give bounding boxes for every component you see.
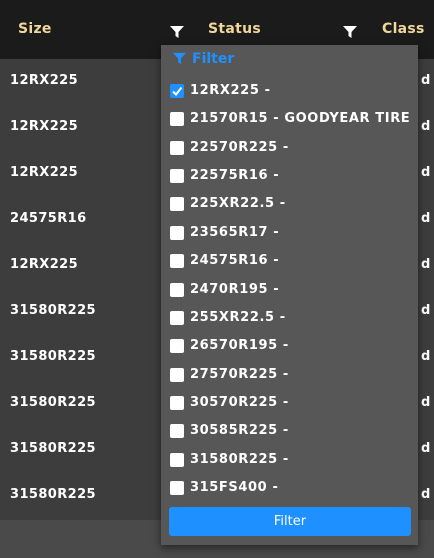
filter-icon (173, 52, 186, 65)
filter-option-checkbox[interactable] (170, 424, 184, 439)
filter-icon[interactable] (343, 24, 357, 38)
apply-filter-button[interactable]: Filter (169, 507, 411, 536)
filter-option-label: 315FS400 - (190, 480, 279, 496)
column-header-class[interactable]: Class (382, 21, 425, 37)
filter-option-label: 12RX225 - (190, 83, 271, 98)
filter-popup-title-text: Filter (192, 51, 235, 67)
filter-option-checkbox[interactable] (170, 310, 184, 325)
size-cell: 31580R225 (10, 441, 96, 456)
size-cell: 24575R16 (10, 211, 87, 226)
filter-option-label: 23565R17 - (190, 224, 280, 240)
size-cell: 31580R225 (10, 349, 96, 364)
class-cell: d (421, 73, 431, 88)
filter-option-label: 26570R195 - (190, 338, 289, 354)
filter-option-label: 2470R195 - (190, 281, 280, 297)
class-cell: d (421, 119, 431, 134)
class-cell: d (421, 349, 431, 364)
filter-option-label: 255XR22.5 - (190, 309, 286, 325)
check-icon (172, 86, 183, 97)
filter-option-label: 225XR22.5 - (190, 196, 286, 212)
filter-option-label: 30585R225 - (190, 423, 289, 439)
filter-option-checkbox[interactable] (170, 112, 184, 127)
filter-option-label: 30570R225 - (190, 394, 289, 410)
size-cell: 12RX225 (10, 119, 79, 134)
class-cell: d (421, 211, 431, 226)
filter-option-checkbox[interactable] (170, 367, 184, 382)
column-header-status[interactable]: Status (208, 21, 261, 37)
filter-popup: Filter 12RX225 - 21570R15 - GOODYEAR TIRE… (161, 45, 418, 545)
class-cell: d (421, 395, 431, 410)
size-cell: 12RX225 (10, 257, 79, 272)
filter-option-checkbox[interactable] (170, 481, 184, 496)
filter-option-label: 22575R16 - (190, 168, 280, 184)
filter-option-label: 24575R16 - (190, 253, 280, 269)
filter-option-checkbox[interactable] (170, 84, 184, 98)
filter-option-label: 31580R225 - (190, 451, 289, 467)
filter-option-label: 21570R15 - GOODYEAR TIRE (190, 111, 411, 127)
filter-option-checkbox[interactable] (170, 225, 184, 240)
class-cell: d (421, 303, 431, 318)
class-cell: d (421, 165, 431, 180)
size-cell: 12RX225 (10, 73, 79, 88)
filter-popup-title: Filter (173, 51, 234, 67)
filter-option-label: 27570R225 - (190, 366, 289, 382)
filter-option-checkbox[interactable] (170, 169, 184, 184)
class-cell: d (421, 257, 431, 272)
filter-option-checkbox[interactable] (170, 395, 184, 410)
column-header-size[interactable]: Size (18, 21, 52, 37)
filter-option-label: 22570R225 - (190, 139, 289, 155)
filter-icon[interactable] (170, 24, 184, 38)
filter-option-checkbox[interactable] (170, 140, 184, 155)
class-cell: d (421, 487, 431, 502)
filter-option-checkbox[interactable] (170, 282, 184, 297)
filter-option-checkbox[interactable] (170, 197, 184, 212)
filter-option-checkbox[interactable] (170, 254, 184, 269)
size-cell: 31580R225 (10, 303, 96, 318)
filter-option-checkbox[interactable] (170, 339, 184, 354)
size-cell: 31580R225 (10, 395, 96, 410)
filter-option-checkbox[interactable] (170, 452, 184, 467)
class-cell: d (421, 441, 431, 456)
size-cell: 12RX225 (10, 165, 79, 180)
size-cell: 31580R225 (10, 487, 96, 502)
